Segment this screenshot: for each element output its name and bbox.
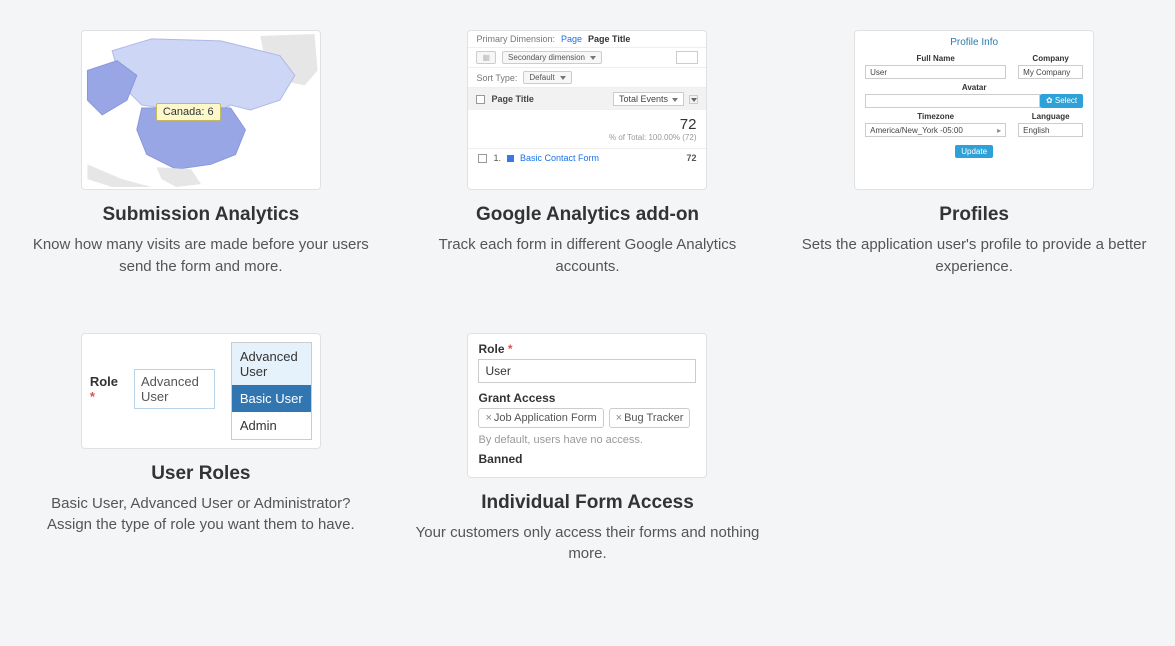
remove-icon[interactable]: × bbox=[485, 412, 491, 424]
role-label: Role bbox=[478, 342, 504, 356]
feature-description: Know how many visits are made before you… bbox=[28, 234, 375, 278]
ga-sort-type-label: Sort Type: bbox=[476, 73, 517, 83]
ga-select-all-checkbox[interactable] bbox=[476, 95, 485, 104]
tag-bug-tracker[interactable]: ×Bug Tracker bbox=[609, 408, 691, 428]
ga-search-box[interactable] bbox=[676, 51, 698, 64]
remove-icon[interactable]: × bbox=[616, 412, 622, 424]
feature-grid: Canada: 6 Submission Analytics Know how … bbox=[28, 30, 1148, 565]
ga-primary-dimension-label: Primary Dimension: bbox=[476, 34, 555, 44]
feature-title: User Roles bbox=[151, 463, 250, 485]
required-asterisk: * bbox=[90, 389, 95, 404]
ga-total-pct: % of Total: 100.00% (72) bbox=[478, 133, 696, 142]
grant-access-label: Grant Access bbox=[478, 391, 696, 405]
ga-plot-rows-btn[interactable]: ▦ bbox=[476, 51, 496, 64]
individual-access-thumbnail: Role * User Grant Access ×Job Applicatio… bbox=[467, 333, 707, 478]
required-asterisk: * bbox=[508, 342, 513, 356]
avatar-input[interactable] bbox=[865, 94, 1040, 108]
timezone-label: Timezone bbox=[865, 112, 1006, 121]
ga-secondary-dimension-btn[interactable]: Secondary dimension bbox=[502, 51, 602, 64]
map-canvas: Canada: 6 bbox=[82, 31, 320, 189]
map-tooltip: Canada: 6 bbox=[156, 103, 221, 121]
ga-thumbnail: Primary Dimension: Page Page Title ▦ Sec… bbox=[467, 30, 707, 190]
empty-cell bbox=[801, 333, 1148, 566]
feature-description: Sets the application user's profile to p… bbox=[801, 234, 1148, 278]
timezone-select[interactable]: America/New_York -05:00▸ bbox=[865, 123, 1006, 137]
ga-dim-page-title[interactable]: Page Title bbox=[588, 34, 630, 44]
grant-access-tags[interactable]: ×Job Application Form ×Bug Tracker bbox=[478, 408, 696, 428]
feature-description: Your customers only access their forms a… bbox=[414, 522, 761, 566]
role-option-basic-user[interactable]: Basic User bbox=[232, 385, 311, 412]
ga-row-index: 1. bbox=[493, 153, 501, 163]
ga-total-value: 72 bbox=[478, 116, 696, 133]
feature-title: Submission Analytics bbox=[102, 204, 299, 226]
roles-thumbnail: Role * Advanced User Advanced User Basic… bbox=[81, 333, 321, 449]
feature-title: Profiles bbox=[939, 204, 1009, 226]
feature-submission-analytics: Canada: 6 Submission Analytics Know how … bbox=[28, 30, 375, 278]
language-label: Language bbox=[1018, 112, 1083, 121]
ga-sort-type-select[interactable]: Default bbox=[523, 71, 571, 84]
ga-row-label[interactable]: Basic Contact Form bbox=[520, 153, 599, 163]
full-name-input[interactable]: User bbox=[865, 65, 1006, 79]
ga-row-value: 72 bbox=[686, 153, 696, 163]
feature-individual-access: Role * User Grant Access ×Job Applicatio… bbox=[414, 333, 761, 566]
ga-row-checkbox[interactable] bbox=[478, 154, 487, 163]
ga-col-total-events[interactable]: Total Events bbox=[613, 92, 685, 106]
feature-title: Google Analytics add-on bbox=[476, 204, 699, 226]
role-input[interactable]: User bbox=[478, 359, 696, 383]
update-button[interactable]: Update bbox=[955, 145, 993, 158]
feature-description: Track each form in different Google Anal… bbox=[414, 234, 761, 278]
ga-row-color-icon bbox=[507, 155, 514, 162]
feature-google-analytics: Primary Dimension: Page Page Title ▦ Sec… bbox=[414, 30, 761, 278]
ga-sort-icon[interactable] bbox=[689, 95, 698, 104]
language-select[interactable]: English bbox=[1018, 123, 1083, 137]
role-select[interactable]: Advanced User bbox=[134, 369, 215, 409]
ga-col-page-title: Page Title bbox=[491, 94, 533, 104]
banned-label: Banned bbox=[478, 452, 696, 466]
company-input[interactable]: My Company bbox=[1018, 65, 1083, 79]
role-option-advanced-user[interactable]: Advanced User bbox=[232, 343, 311, 385]
avatar-select-button[interactable]: ✿ Select bbox=[1040, 94, 1083, 108]
role-option-admin[interactable]: Admin bbox=[232, 412, 311, 439]
role-label: Role bbox=[90, 374, 118, 389]
grant-access-hint: By default, users have no access. bbox=[478, 434, 696, 446]
feature-title: Individual Form Access bbox=[481, 492, 694, 514]
company-label: Company bbox=[1018, 54, 1083, 63]
feature-profiles: Profile Info Full Name User Company My C… bbox=[801, 30, 1148, 278]
profile-section-title: Profile Info bbox=[865, 37, 1083, 48]
full-name-label: Full Name bbox=[865, 54, 1006, 63]
analytics-map-thumbnail: Canada: 6 bbox=[81, 30, 321, 190]
avatar-label: Avatar bbox=[865, 83, 1083, 92]
profiles-thumbnail: Profile Info Full Name User Company My C… bbox=[854, 30, 1094, 190]
feature-description: Basic User, Advanced User or Administrat… bbox=[28, 493, 375, 537]
tag-job-application-form[interactable]: ×Job Application Form bbox=[478, 408, 603, 428]
role-options-list: Advanced User Basic User Admin bbox=[231, 342, 312, 440]
ga-dim-page[interactable]: Page bbox=[561, 34, 582, 44]
feature-user-roles: Role * Advanced User Advanced User Basic… bbox=[28, 333, 375, 566]
